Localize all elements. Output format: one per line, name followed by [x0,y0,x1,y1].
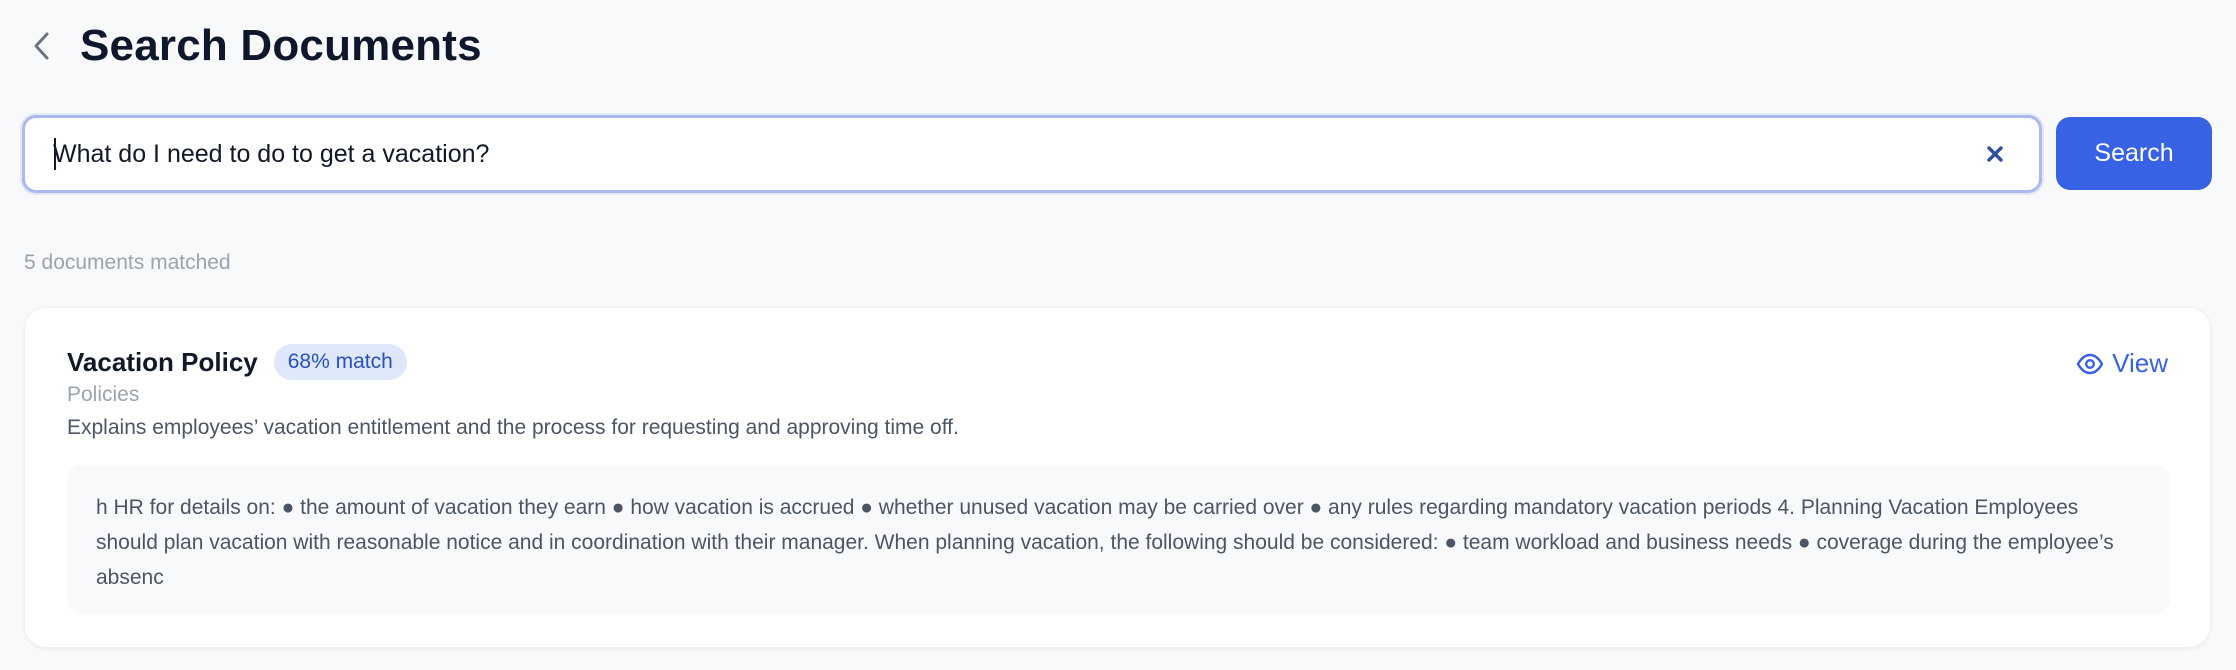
document-excerpt: h HR for details on: ● the amount of vac… [67,465,2170,614]
search-box [22,115,2043,193]
chevron-left-icon [34,32,49,60]
result-card: Vacation Policy 68% match View Policies … [24,307,2211,648]
text-caret [54,138,56,170]
back-button[interactable] [26,30,58,62]
document-title[interactable]: Vacation Policy [67,347,258,378]
eye-icon [2076,353,2104,374]
result-title-row: Vacation Policy 68% match [67,344,407,380]
page-header: Search Documents [26,16,482,76]
clear-search-button[interactable] [1973,132,2017,176]
search-documents-page: Search Documents Search 5 documents matc… [0,0,2236,670]
close-icon [1987,146,2003,162]
search-input[interactable] [25,118,1974,190]
view-label: View [2112,348,2168,378]
search-button[interactable]: Search [2056,117,2212,190]
document-description: Explains employees’ vacation entitlement… [67,416,959,439]
search-bar: Search [22,115,2212,193]
page-title: Search Documents [80,21,482,70]
results-count: 5 documents matched [24,251,231,274]
view-document-button[interactable]: View [2076,348,2168,379]
match-badge: 68% match [273,344,407,380]
document-category: Policies [67,383,140,406]
